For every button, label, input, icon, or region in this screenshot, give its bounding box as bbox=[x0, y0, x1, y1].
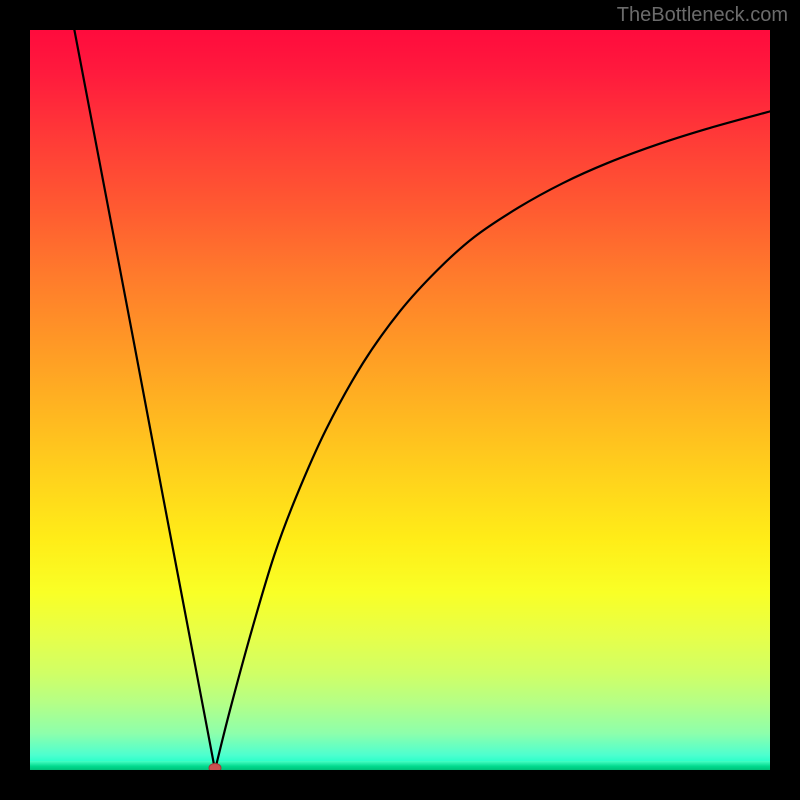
plot-area bbox=[30, 30, 770, 770]
curve-right-branch bbox=[215, 111, 770, 770]
minimum-marker bbox=[209, 764, 221, 771]
chart-svg bbox=[30, 30, 770, 770]
watermark-text: TheBottleneck.com bbox=[617, 4, 788, 27]
chart-frame: TheBottleneck.com bbox=[0, 0, 800, 800]
curve-left-branch bbox=[74, 30, 215, 770]
